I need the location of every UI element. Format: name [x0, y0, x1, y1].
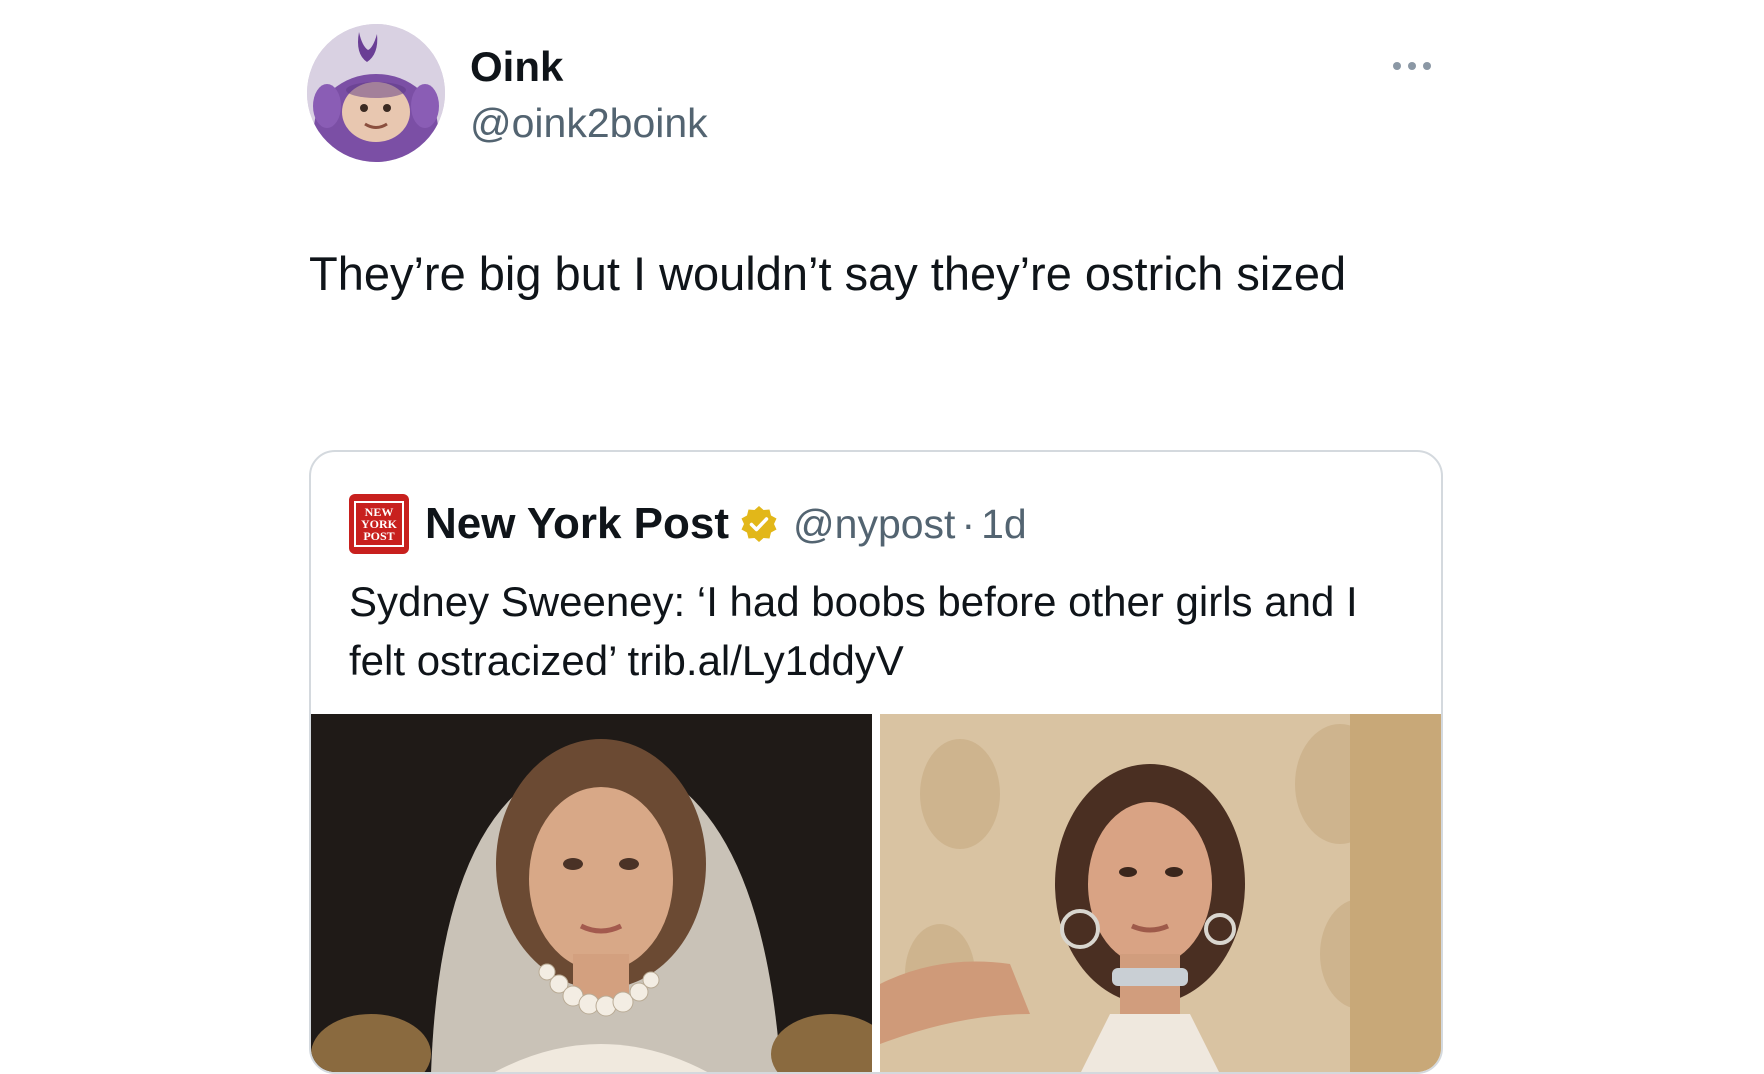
avatar[interactable]: [307, 24, 445, 162]
tweet-text: They’re big but I wouldn’t say they’re o…: [309, 247, 1347, 300]
quote-author-handle[interactable]: @nypost: [793, 501, 955, 548]
photo-2[interactable]: [880, 714, 1441, 1072]
author-handle[interactable]: @oink2boink: [470, 98, 708, 148]
separator-dot: ·: [961, 500, 976, 547]
new-york-post-logo[interactable]: NEW YORK POST: [349, 494, 409, 554]
quote-media-grid: [311, 714, 1441, 1072]
avatar-image: [307, 24, 445, 162]
photo-1[interactable]: [311, 714, 872, 1072]
verified-badge-icon: [739, 504, 779, 544]
quote-header: New York Post @nypost · 1d: [425, 496, 1027, 552]
author-name[interactable]: Oink: [470, 42, 563, 92]
quote-text: Sydney Sweeney: ‘I had boobs before othe…: [349, 578, 1358, 684]
quote-tweet-card[interactable]: NEW YORK POST New York Post @nypost · 1d…: [309, 450, 1443, 1074]
quote-author-name[interactable]: New York Post: [425, 499, 729, 549]
quote-timestamp[interactable]: 1d: [981, 501, 1027, 548]
tweet: Oink @oink2boink They’re big but I would…: [0, 0, 1764, 1074]
svg-text:POST: POST: [363, 529, 394, 543]
more-horizontal-icon[interactable]: [1388, 56, 1436, 76]
